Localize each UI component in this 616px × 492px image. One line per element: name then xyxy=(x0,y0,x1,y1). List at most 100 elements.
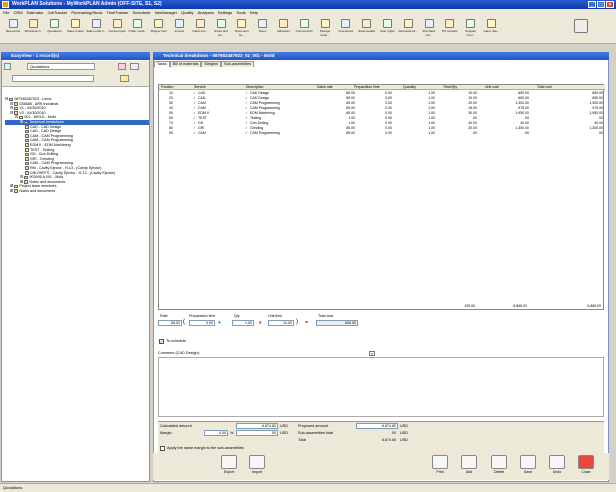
toolbar-button-0[interactable]: Resources xyxy=(3,18,23,33)
rate-field[interactable]: 65.00 xyxy=(158,320,182,326)
toolbar-button-4[interactable]: Sales order li... xyxy=(86,18,106,33)
unit-time-field[interactable]: 10.00 xyxy=(268,320,294,326)
apply-margin-checkbox[interactable] xyxy=(160,446,165,451)
filter-icon[interactable] xyxy=(118,63,126,70)
toolbar-button-7[interactable]: Shipper Doc xyxy=(149,18,169,33)
toolbar-label: Document se... xyxy=(234,29,249,37)
toolbar-button-22[interactable]: Supplier invoi... xyxy=(461,18,481,37)
toolbar-button-11[interactable]: Document se... xyxy=(232,18,252,37)
export-button[interactable]: Export xyxy=(217,455,241,474)
tab-bar: Tasks Bill of materials Margins Sub-assembl… xyxy=(154,61,254,67)
toolbar-button-17[interactable]: Stock details xyxy=(357,18,377,33)
options-icon[interactable] xyxy=(130,63,139,70)
toolbar-button-6[interactable]: Order mode... xyxy=(128,18,148,33)
column-header[interactable]: Description xyxy=(246,85,264,90)
expand-icon[interactable]: ⊟ xyxy=(15,115,18,120)
node-icon xyxy=(25,143,29,147)
column-header[interactable]: Preparation time xyxy=(354,85,380,90)
settings-gear-icon[interactable] xyxy=(574,19,588,33)
add-button[interactable]: Add xyxy=(457,455,481,474)
column-header[interactable]: Service xyxy=(194,85,206,90)
stock-icon xyxy=(362,19,372,28)
toolbar-button-2[interactable]: Quotations xyxy=(45,18,65,33)
toolbar-button-18[interactable]: User rights xyxy=(377,18,397,33)
close-window-icon[interactable]: × xyxy=(606,1,614,8)
refresh-icon[interactable] xyxy=(4,63,11,70)
expand-icon[interactable]: ⊟ xyxy=(10,110,13,116)
toolbar-button-23[interactable]: Gantt rela... xyxy=(481,18,501,33)
prep-time-field[interactable]: 0.00 xyxy=(189,320,215,326)
proposed-amount[interactable]: 6,874.80 xyxy=(356,423,398,429)
toolbar-button-16[interactable]: Inventories xyxy=(336,18,356,33)
toolbar-button-9[interactable]: Gantt sch... xyxy=(190,18,210,33)
expand-icon[interactable]: ⊟ xyxy=(5,96,8,102)
menu-item-estimator[interactable]: Estimator xyxy=(27,10,44,15)
menu-item-infomanager[interactable]: InfoManager xyxy=(155,10,177,15)
tab-sub-assemblies[interactable]: Sub-assemblies xyxy=(220,61,254,67)
minimize-icon[interactable]: _ xyxy=(588,1,596,8)
toolbar-label: Workshop ti... xyxy=(24,29,43,33)
search-input[interactable] xyxy=(12,75,94,82)
column-header[interactable]: Position xyxy=(161,85,173,90)
close-button[interactable]: Close xyxy=(574,455,598,474)
to-schedule-checkbox[interactable]: ✓ xyxy=(159,339,164,344)
column-header[interactable]: Quantity xyxy=(403,85,416,90)
column-header[interactable]: Sales rate xyxy=(317,85,333,90)
menu-item-timetracker[interactable]: TimeTracker xyxy=(106,10,128,15)
node-icon xyxy=(25,152,29,157)
column-header[interactable]: Time/Qty xyxy=(443,85,457,90)
paren-close: ) xyxy=(296,319,298,325)
menu-item-purchasingstock[interactable]: Purchasing/Stock xyxy=(71,10,102,15)
toolbar-button-15[interactable]: Storage locat... xyxy=(315,18,335,37)
toolbar-button-12[interactable]: Alarm xyxy=(253,18,273,33)
tab-bill-of-materials[interactable]: Bill of materials xyxy=(169,61,202,67)
menu-item-help[interactable]: Help xyxy=(250,10,258,15)
margin-percent-field[interactable]: 0.00 xyxy=(204,430,228,436)
import-button[interactable]: Import xyxy=(245,455,269,474)
tree-node[interactable]: ⊞ Notes and documents xyxy=(5,188,149,194)
qty-field[interactable]: 1.00 xyxy=(232,320,254,326)
print-button[interactable]: Print xyxy=(428,455,452,474)
comment-textarea[interactable] xyxy=(158,357,604,417)
document-icon xyxy=(237,19,247,28)
table-cell: 65.00 xyxy=(346,131,355,135)
save-button[interactable]: Save xyxy=(516,455,540,474)
toolbar-button-20[interactable]: Purchase ord... xyxy=(419,18,439,37)
column-header[interactable]: Unit cost xyxy=(485,85,499,90)
maximize-icon[interactable]: □ xyxy=(597,1,605,8)
subassemblies-currency: USD xyxy=(400,431,409,435)
storage-icon xyxy=(320,19,330,28)
tree-node-label: Notes and documents xyxy=(19,188,56,193)
tab-tasks[interactable]: Tasks xyxy=(154,61,170,67)
toolbar-button-10[interactable]: Notes and do... xyxy=(211,18,231,37)
menu-item-tools[interactable]: Tools xyxy=(236,10,245,15)
toolbar-button-13[interactable]: Indicators xyxy=(273,18,293,33)
menu-item-jobtracker[interactable]: JobTracker xyxy=(47,10,67,15)
expand-icon[interactable]: ⊞ xyxy=(20,119,23,125)
tab-margins[interactable]: Margins xyxy=(201,61,221,67)
menu-item-settings[interactable]: Settings xyxy=(218,10,232,15)
table-row[interactable]: 90 CAM ✓ CAM Programming ✓ 65.00 0.00 1.00.00.0… xyxy=(159,131,605,136)
menu-item-scheduler[interactable]: Scheduler xyxy=(133,10,151,15)
toolbar-button-5[interactable]: Invoiced jobs xyxy=(107,18,127,33)
comment-dropdown-icon[interactable]: ▾ xyxy=(369,351,375,356)
menu-item-quality[interactable]: Quality xyxy=(181,10,193,15)
toolbar-label: Requests for... xyxy=(398,29,418,33)
undo-button[interactable]: Undo xyxy=(545,455,569,474)
toolbar-button-21[interactable]: PO receipts xyxy=(440,18,460,33)
menu-item-crm[interactable]: CRM xyxy=(13,10,22,15)
margin-amount-field[interactable]: .00 xyxy=(236,430,278,436)
proposed-label: Proposed amount xyxy=(298,424,328,428)
toolbar-button-8[interactable]: Invoice xyxy=(169,18,189,33)
toolbar-button-19[interactable]: Requests for... xyxy=(398,18,418,33)
view-filter-select[interactable]: Quotations xyxy=(27,63,95,70)
toolbar-button-14[interactable]: Components xyxy=(294,18,314,33)
toolbar-button-3[interactable]: Sales orders xyxy=(65,18,85,33)
menu-item-analyses[interactable]: Analyses xyxy=(198,10,214,15)
expand-icon[interactable]: ⊞ xyxy=(10,188,13,194)
search-icon[interactable] xyxy=(120,75,129,82)
toolbar-button-1[interactable]: Workshop ti... xyxy=(24,18,44,33)
menu-item-file[interactable]: File xyxy=(3,10,9,15)
delete-button[interactable]: Delete xyxy=(487,455,511,474)
column-header[interactable]: Total cost xyxy=(537,85,552,90)
